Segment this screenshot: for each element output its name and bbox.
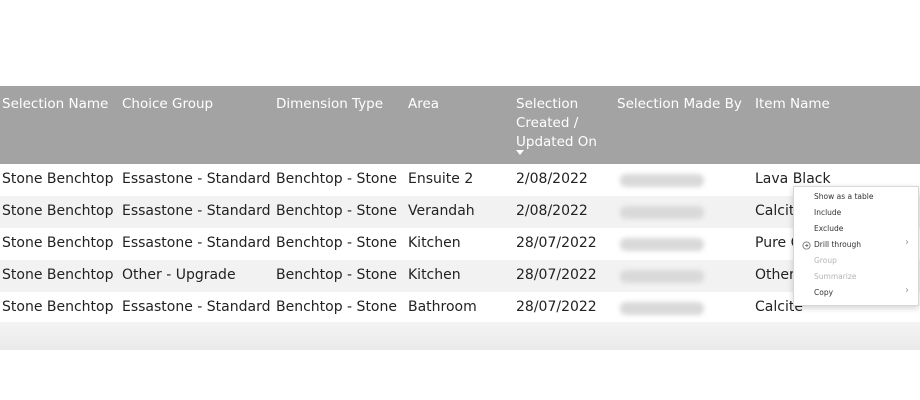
cell-dimension-type: Benchtop - Stone <box>276 267 397 283</box>
table-row[interactable]: Stone Benchtop Essastone - Standard Benc… <box>0 196 920 228</box>
column-header-dimension-type[interactable]: Dimension Type <box>276 95 383 114</box>
cell-choice-group: Essastone - Standard <box>122 203 271 219</box>
redacted-name <box>620 238 704 251</box>
column-header-item-name[interactable]: Item Name <box>755 95 830 114</box>
cell-selection-name: Stone Benchtop <box>2 267 114 283</box>
cell-choice-group: Other - Upgrade <box>122 267 236 283</box>
redacted-name <box>620 270 704 283</box>
menu-item-exclude[interactable]: Exclude <box>814 224 843 233</box>
cell-selection-name: Stone Benchtop <box>2 203 114 219</box>
menu-item-show-as-table[interactable]: Show as a table <box>814 192 873 201</box>
sort-descending-icon <box>516 150 524 155</box>
table-row[interactable]: Stone Benchtop Essastone - Standard Benc… <box>0 164 920 196</box>
context-menu: Show as a table Include Exclude Drill th… <box>793 186 919 306</box>
cell-updated-on: 28/07/2022 <box>516 299 597 315</box>
menu-item-group: Group <box>814 256 837 265</box>
cell-dimension-type: Benchtop - Stone <box>276 299 397 315</box>
chevron-right-icon: › <box>905 237 909 248</box>
table-footer-shade <box>0 322 920 350</box>
redacted-name <box>620 206 704 219</box>
menu-item-include[interactable]: Include <box>814 208 841 217</box>
cell-updated-on: 2/08/2022 <box>516 203 588 219</box>
cell-updated-on: 28/07/2022 <box>516 235 597 251</box>
cell-dimension-type: Benchtop - Stone <box>276 235 397 251</box>
cell-updated-on: 2/08/2022 <box>516 171 588 187</box>
column-header-area[interactable]: Area <box>408 95 439 114</box>
cell-choice-group: Essastone - Standard <box>122 171 271 187</box>
cell-area: Kitchen <box>408 267 461 283</box>
cell-area: Ensuite 2 <box>408 171 474 187</box>
cell-area: Verandah <box>408 203 475 219</box>
cell-choice-group: Essastone - Standard <box>122 235 271 251</box>
cell-item-name: Other <box>755 267 795 283</box>
cell-selection-name: Stone Benchtop <box>2 235 114 251</box>
cell-dimension-type: Benchtop - Stone <box>276 203 397 219</box>
cell-selection-name: Stone Benchtop <box>2 299 114 315</box>
cell-updated-on: 28/07/2022 <box>516 267 597 283</box>
drill-through-icon <box>802 241 811 250</box>
cell-selection-name: Stone Benchtop <box>2 171 114 187</box>
column-header-choice-group[interactable]: Choice Group <box>122 95 213 114</box>
cell-area: Kitchen <box>408 235 461 251</box>
cell-item-name: Lava Black <box>755 171 831 187</box>
chevron-right-icon: › <box>905 285 909 296</box>
menu-item-summarize: Summarize <box>814 272 857 281</box>
menu-item-drill-through[interactable]: Drill through <box>814 240 861 249</box>
table-row[interactable]: Stone Benchtop Essastone - Standard Benc… <box>0 292 920 324</box>
cell-choice-group: Essastone - Standard <box>122 299 271 315</box>
table-row[interactable]: Stone Benchtop Essastone - Standard Benc… <box>0 228 920 260</box>
redacted-name <box>620 174 704 187</box>
redacted-name <box>620 302 704 315</box>
column-header-updated-on[interactable]: Selection Created / Updated On <box>516 95 597 152</box>
table-row[interactable]: Stone Benchtop Other - Upgrade Benchtop … <box>0 260 920 292</box>
column-header-selection-made-by[interactable]: Selection Made By <box>617 95 742 114</box>
column-header-selection-name[interactable]: Selection Name <box>2 95 108 114</box>
table-header: Selection Name Choice Group Dimension Ty… <box>0 86 920 164</box>
cell-area: Bathroom <box>408 299 477 315</box>
cell-dimension-type: Benchtop - Stone <box>276 171 397 187</box>
menu-item-copy[interactable]: Copy <box>814 288 833 297</box>
data-table: Selection Name Choice Group Dimension Ty… <box>0 86 920 350</box>
